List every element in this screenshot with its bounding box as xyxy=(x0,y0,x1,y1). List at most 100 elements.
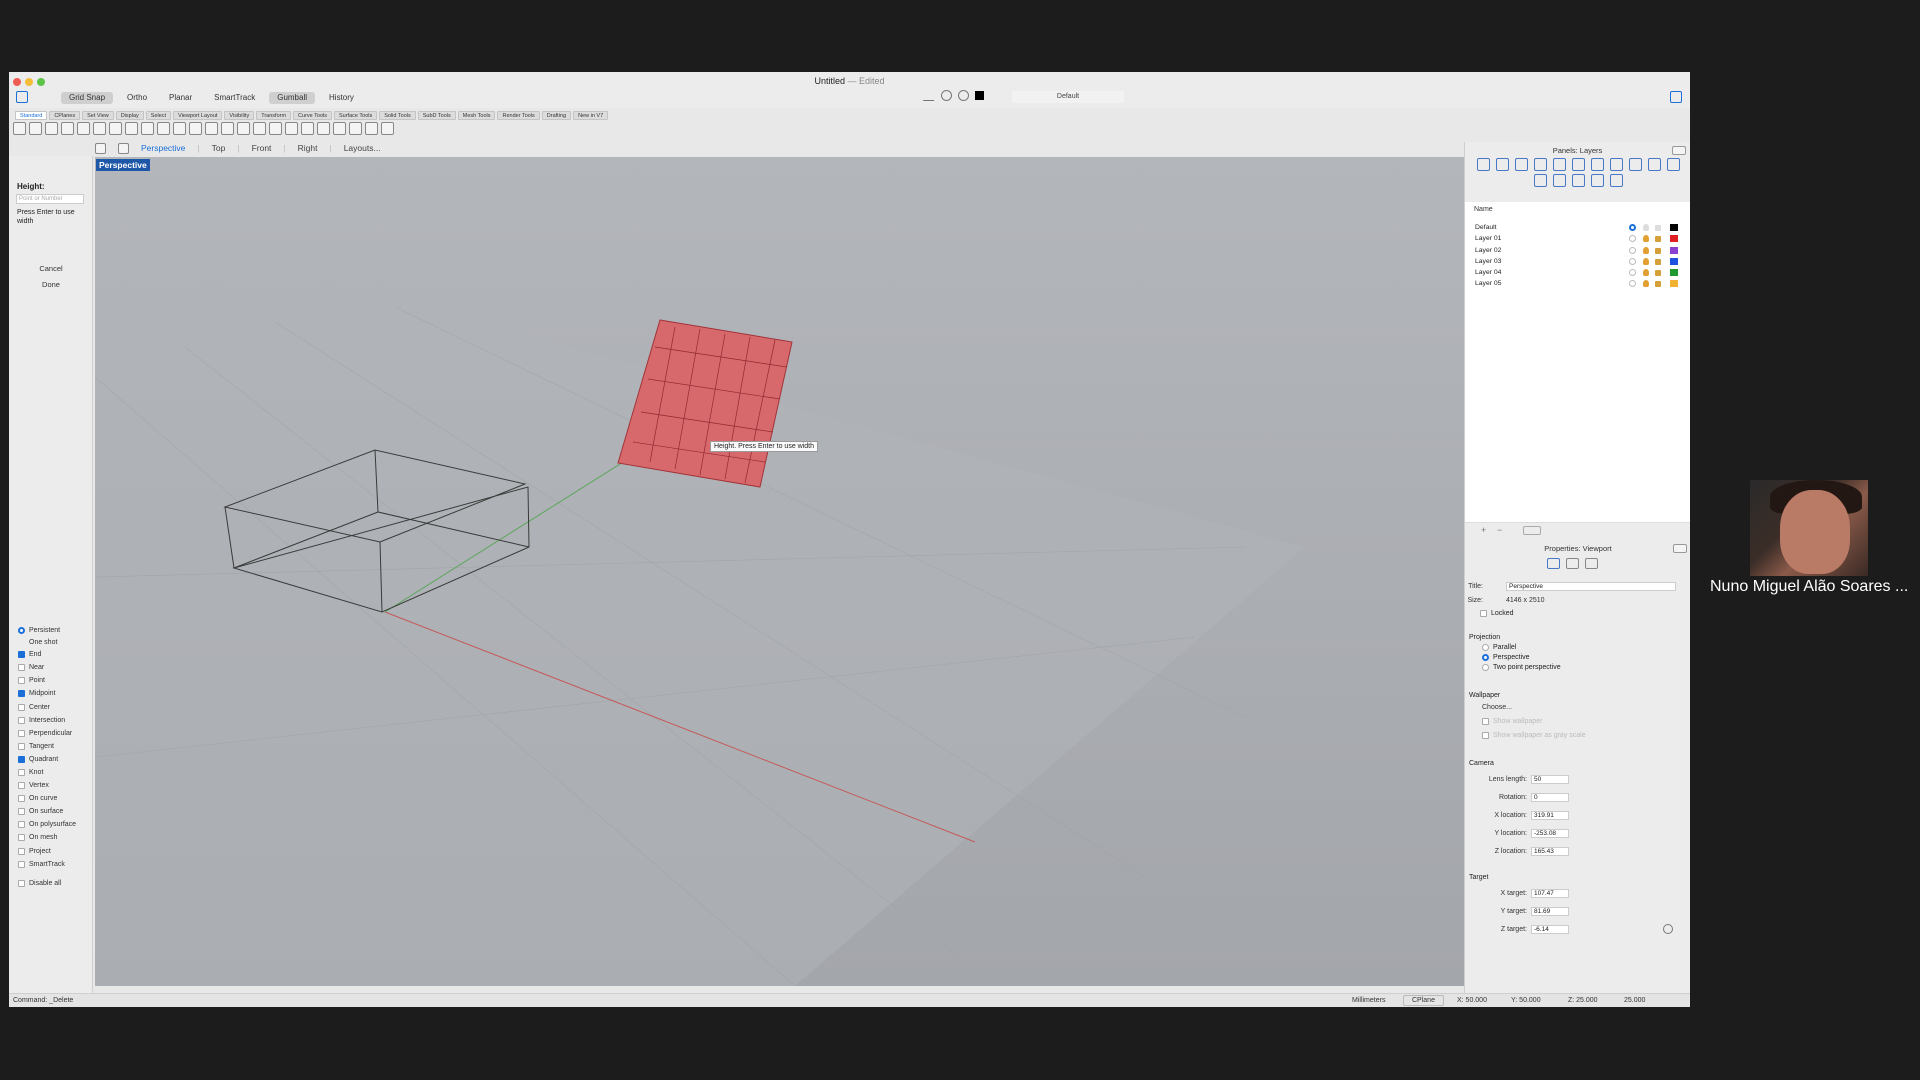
osnap-knot[interactable]: Knot xyxy=(18,766,90,779)
two-point-radio[interactable]: Two point perspective xyxy=(1482,664,1561,671)
cplane-select[interactable]: CPlane xyxy=(1403,995,1444,1006)
current-layer-radio[interactable] xyxy=(1629,269,1636,277)
tab-cplanes[interactable]: CPlanes xyxy=(49,111,81,120)
osnap-end[interactable]: End xyxy=(18,648,90,661)
tab-display[interactable]: Display xyxy=(115,111,144,120)
locked-checkbox[interactable]: Locked xyxy=(1480,610,1514,617)
print-icon[interactable] xyxy=(61,122,74,135)
objects-panel-icon[interactable] xyxy=(1495,158,1509,171)
save-icon[interactable] xyxy=(45,122,58,135)
osnap-on-surface[interactable]: On surface xyxy=(18,805,90,818)
target-icon[interactable] xyxy=(958,90,969,101)
lock-icon[interactable] xyxy=(1655,270,1661,277)
mode-grid-snap[interactable]: Grid Snap xyxy=(61,92,114,104)
layers-panel-icon[interactable] xyxy=(1476,158,1490,171)
rotation-input[interactable]: 0 xyxy=(1531,793,1569,802)
tab-viewport-layout[interactable]: Viewport Layout xyxy=(173,111,223,120)
remove-layer-icon[interactable]: − xyxy=(1497,525,1502,535)
osnap-project[interactable]: Project xyxy=(18,845,90,858)
title-input[interactable]: Perspective xyxy=(1506,582,1676,591)
mode-history[interactable]: History xyxy=(321,92,362,104)
layer-row[interactable]: Layer 03 xyxy=(1465,256,1690,267)
layer-color-swatch[interactable] xyxy=(975,91,984,100)
grid-icon[interactable] xyxy=(253,122,266,135)
sidebar-toggle-icon[interactable] xyxy=(16,91,28,103)
x-location-input[interactable]: 319.91 xyxy=(1531,811,1569,820)
viewport-label[interactable]: Perspective xyxy=(96,159,150,171)
viewport-tab-top[interactable]: Top xyxy=(212,143,226,153)
layer-row[interactable]: Layer 05 xyxy=(1465,278,1690,289)
current-layer-radio[interactable] xyxy=(1629,280,1636,288)
viewport-tab-front[interactable]: Front xyxy=(252,143,272,153)
osnap-midpoint[interactable]: Midpoint xyxy=(18,687,90,700)
zoom-extents-icon[interactable] xyxy=(205,122,218,135)
render-panel-icon[interactable] xyxy=(1552,158,1566,171)
tab-transform[interactable]: Transform xyxy=(256,111,292,120)
name-column-header[interactable]: Name xyxy=(1474,206,1493,213)
viewport-icon[interactable] xyxy=(1566,558,1579,569)
viewport-tab-perspective[interactable]: Perspective xyxy=(141,143,185,153)
visibility-bulb-icon[interactable] xyxy=(1643,269,1649,277)
folder-panel-icon[interactable] xyxy=(1590,174,1604,187)
osnap-smarttrack[interactable]: SmartTrack xyxy=(18,858,90,871)
tab-solid-tools[interactable]: Solid Tools xyxy=(379,111,416,120)
camera-icon[interactable] xyxy=(1547,558,1560,569)
lights-icon[interactable] xyxy=(301,122,314,135)
layer-color-swatch[interactable] xyxy=(1670,224,1678,231)
tab-set-view[interactable]: Set View xyxy=(82,111,114,120)
parallel-radio[interactable]: Parallel xyxy=(1482,644,1516,651)
environment-panel-icon[interactable] xyxy=(1533,174,1547,187)
tab-visibility[interactable]: Visibility xyxy=(224,111,255,120)
tab-select[interactable]: Select xyxy=(145,111,172,120)
tab-render-tools[interactable]: Render Tools xyxy=(497,111,540,120)
open-file-icon[interactable] xyxy=(29,122,42,135)
persistent-radio[interactable]: Persistent xyxy=(18,624,90,637)
osnap-intersection[interactable]: Intersection xyxy=(18,714,90,727)
lens-input[interactable]: 50 xyxy=(1531,775,1569,784)
osnap-on-polysurface[interactable]: On polysurface xyxy=(18,818,90,831)
single-layout-icon[interactable] xyxy=(118,142,129,154)
link-icon[interactable] xyxy=(1585,558,1598,569)
texture-panel-icon[interactable] xyxy=(1552,174,1566,187)
zoom-selected-icon[interactable] xyxy=(221,122,234,135)
tab-mesh-tools[interactable]: Mesh Tools xyxy=(457,111,496,120)
one-shot-radio[interactable]: One shot xyxy=(18,637,90,648)
pencil-panel-icon[interactable] xyxy=(1666,158,1680,171)
document-panel-icon[interactable] xyxy=(1514,158,1528,171)
filter-icon[interactable] xyxy=(923,90,936,101)
layers-gear-icon[interactable] xyxy=(1672,146,1686,155)
units-label[interactable]: Millimeters xyxy=(1352,997,1385,1004)
layer-row[interactable]: Layer 04 xyxy=(1465,267,1690,278)
osnap-on-curve[interactable]: On curve xyxy=(18,792,90,805)
layer-icon[interactable] xyxy=(269,122,282,135)
current-layer-radio[interactable] xyxy=(1629,246,1636,254)
z-target-input[interactable]: -6.14 xyxy=(1531,925,1569,934)
new-file-icon[interactable] xyxy=(13,122,26,135)
tab-surface-tools[interactable]: Surface Tools xyxy=(334,111,378,120)
osnap-vertex[interactable]: Vertex xyxy=(18,779,90,792)
y-target-input[interactable]: 81.69 xyxy=(1531,907,1569,916)
show-wallpaper-checkbox[interactable]: Show wallpaper xyxy=(1482,718,1542,725)
tab-standard[interactable]: Standard xyxy=(15,111,48,120)
viewport-tab-layouts[interactable]: Layouts... xyxy=(344,143,381,153)
sun-panel-icon[interactable] xyxy=(1609,174,1623,187)
layer-row[interactable]: Default xyxy=(1465,222,1690,233)
osnap-point[interactable]: Point xyxy=(18,674,90,687)
lock-icon[interactable] xyxy=(1655,258,1661,265)
sphere-icon[interactable] xyxy=(349,122,362,135)
layer-row[interactable]: Layer 02 xyxy=(1465,245,1690,256)
undo-icon[interactable] xyxy=(125,122,138,135)
add-layer-icon[interactable]: + xyxy=(1481,525,1486,535)
help-icon[interactable] xyxy=(381,122,394,135)
x-target-input[interactable]: 107.47 xyxy=(1531,889,1569,898)
height-input[interactable]: Point or Number xyxy=(16,194,84,204)
current-layer-radio[interactable] xyxy=(1629,257,1636,265)
layer-color-swatch[interactable] xyxy=(1670,257,1678,265)
paste-icon[interactable] xyxy=(109,122,122,135)
help-panel-icon[interactable] xyxy=(1590,158,1604,171)
osnap-quadrant[interactable]: Quadrant xyxy=(18,753,90,766)
layer-color-swatch[interactable] xyxy=(1670,235,1678,243)
wallpaper-choose-select[interactable]: Choose... xyxy=(1482,704,1512,711)
current-layer-radio[interactable] xyxy=(1629,235,1636,243)
layer-color-swatch[interactable] xyxy=(1670,280,1678,288)
